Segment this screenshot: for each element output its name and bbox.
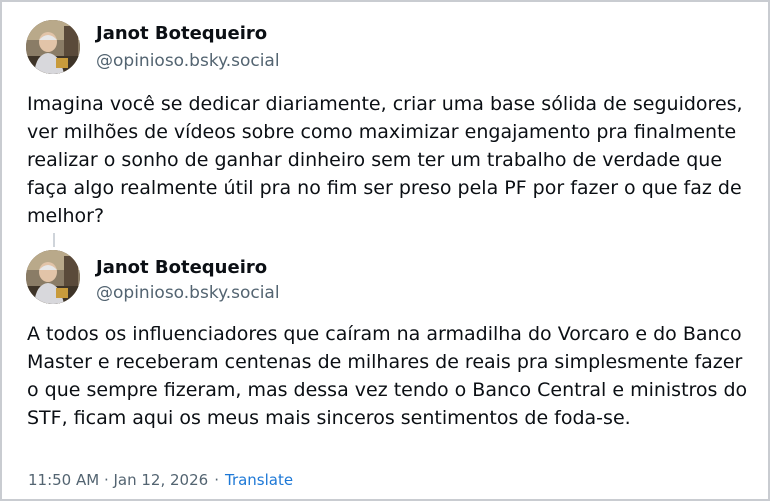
thread-card: Janot Botequeiro @opinioso.bsky.social I… — [0, 0, 770, 501]
post-meta: 11:50 AM · Jan 12, 2026 · Translate — [28, 471, 293, 489]
post-text: Imagina você se dedicar diariamente, cri… — [27, 93, 743, 227]
author-handle[interactable]: @opinioso.bsky.social — [96, 51, 280, 71]
avatar[interactable] — [26, 250, 80, 304]
author-handle[interactable]: @opinioso.bsky.social — [96, 283, 280, 303]
post-text: A todos os influenciadores que caíram na… — [27, 323, 748, 429]
timestamp[interactable]: 11:50 AM · Jan 12, 2026 — [28, 471, 208, 489]
author-name[interactable]: Janot Botequeiro — [96, 23, 267, 44]
separator: · — [214, 471, 219, 489]
avatar[interactable] — [26, 20, 80, 74]
translate-link[interactable]: Translate — [225, 471, 293, 489]
thread-connector-line — [53, 233, 55, 247]
author-name[interactable]: Janot Botequeiro — [96, 257, 267, 278]
